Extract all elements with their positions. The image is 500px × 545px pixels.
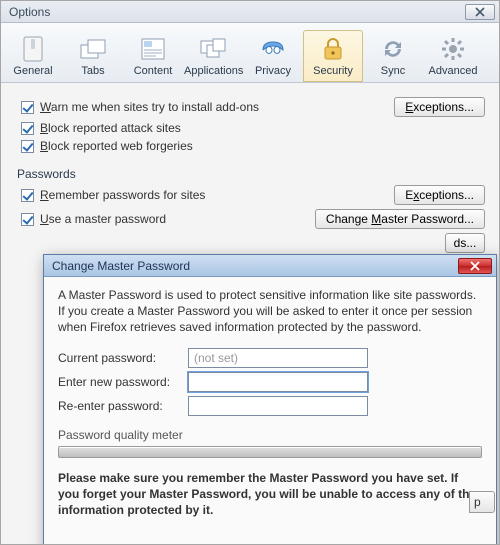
applications-icon: [197, 35, 229, 63]
reenter-password-input[interactable]: [188, 396, 368, 416]
tab-sync[interactable]: Sync: [363, 30, 423, 82]
new-password-input[interactable]: [188, 372, 368, 392]
close-icon: [475, 7, 485, 17]
options-toolbar: General Tabs Content Applications Privac…: [1, 23, 499, 83]
tab-label: Applications: [184, 65, 242, 77]
block-forgeries-checkbox[interactable]: [21, 140, 34, 153]
content-icon: [137, 35, 169, 63]
current-password-label: Current password:: [58, 351, 188, 365]
close-icon: [470, 261, 480, 271]
general-icon: [17, 35, 49, 63]
change-master-password-dialog: Change Master Password A Master Password…: [43, 254, 497, 545]
exceptions-passwords-button[interactable]: Exceptions...: [394, 185, 485, 205]
tab-label: Advanced: [424, 65, 482, 77]
tab-general[interactable]: General: [3, 30, 63, 82]
window-close-button[interactable]: [465, 4, 495, 20]
warn-addons-checkbox[interactable]: [21, 101, 34, 114]
change-master-button[interactable]: Change Master Password...: [315, 209, 485, 229]
tab-content[interactable]: Content: [123, 30, 183, 82]
warn-addons-row: Warn me when sites try to install add-on…: [15, 97, 485, 117]
use-master-row: Use a master password Change Master Pass…: [15, 209, 485, 229]
sync-icon: [377, 35, 409, 63]
tabs-icon: [77, 35, 109, 63]
new-password-label: Enter new password:: [58, 375, 188, 389]
security-icon: [317, 35, 349, 63]
tab-label: General: [4, 65, 62, 77]
options-body: Warn me when sites try to install add-on…: [1, 83, 499, 267]
remember-passwords-label: Remember passwords for sites: [40, 188, 394, 202]
tab-label: Tabs: [64, 65, 122, 77]
quality-meter-label: Password quality meter: [58, 428, 482, 442]
exceptions-addons-button[interactable]: Exceptions...: [394, 97, 485, 117]
tab-applications[interactable]: Applications: [183, 30, 243, 82]
remember-passwords-row: Remember passwords for sites Exceptions.…: [15, 185, 485, 205]
tab-label: Sync: [364, 65, 422, 77]
tab-label: Content: [124, 65, 182, 77]
help-button-partial[interactable]: p: [469, 491, 495, 513]
tab-privacy[interactable]: Privacy: [243, 30, 303, 82]
quality-meter: [58, 446, 482, 458]
dialog-body: A Master Password is used to protect sen…: [44, 277, 496, 524]
passwords-section-title: Passwords: [17, 167, 485, 181]
saved-passwords-button-partial[interactable]: ds...: [445, 233, 485, 253]
window-titlebar: Options: [1, 1, 499, 23]
tab-label: Privacy: [244, 65, 302, 77]
dialog-titlebar: Change Master Password: [44, 255, 496, 277]
dialog-description: A Master Password is used to protect sen…: [58, 287, 482, 336]
reenter-password-row: Re-enter password:: [58, 396, 482, 416]
use-master-checkbox[interactable]: [21, 213, 34, 226]
block-attack-checkbox[interactable]: [21, 122, 34, 135]
warn-addons-label: Warn me when sites try to install add-on…: [40, 100, 394, 114]
block-forgeries-row: Block reported web forgeries: [15, 139, 485, 153]
dialog-warning: Please make sure you remember the Master…: [58, 470, 482, 519]
options-window: Options General Tabs Content: [0, 0, 500, 545]
tab-tabs[interactable]: Tabs: [63, 30, 123, 82]
remember-passwords-checkbox[interactable]: [21, 189, 34, 202]
window-title: Options: [9, 5, 50, 19]
dialog-title: Change Master Password: [52, 259, 190, 273]
advanced-icon: [437, 35, 469, 63]
block-forgeries-label: Block reported web forgeries: [40, 139, 485, 153]
reenter-password-label: Re-enter password:: [58, 399, 188, 413]
new-password-row: Enter new password:: [58, 372, 482, 392]
saved-passwords-row: ds...: [15, 233, 485, 253]
current-password-input[interactable]: [188, 348, 368, 368]
tab-label: Security: [304, 65, 362, 77]
block-attack-row: Block reported attack sites: [15, 121, 485, 135]
dialog-close-button[interactable]: [458, 258, 492, 274]
tab-security[interactable]: Security: [303, 30, 363, 82]
current-password-row: Current password:: [58, 348, 482, 368]
use-master-label: Use a master password: [40, 212, 315, 226]
privacy-icon: [257, 35, 289, 63]
block-attack-label: Block reported attack sites: [40, 121, 485, 135]
tab-advanced[interactable]: Advanced: [423, 30, 483, 82]
